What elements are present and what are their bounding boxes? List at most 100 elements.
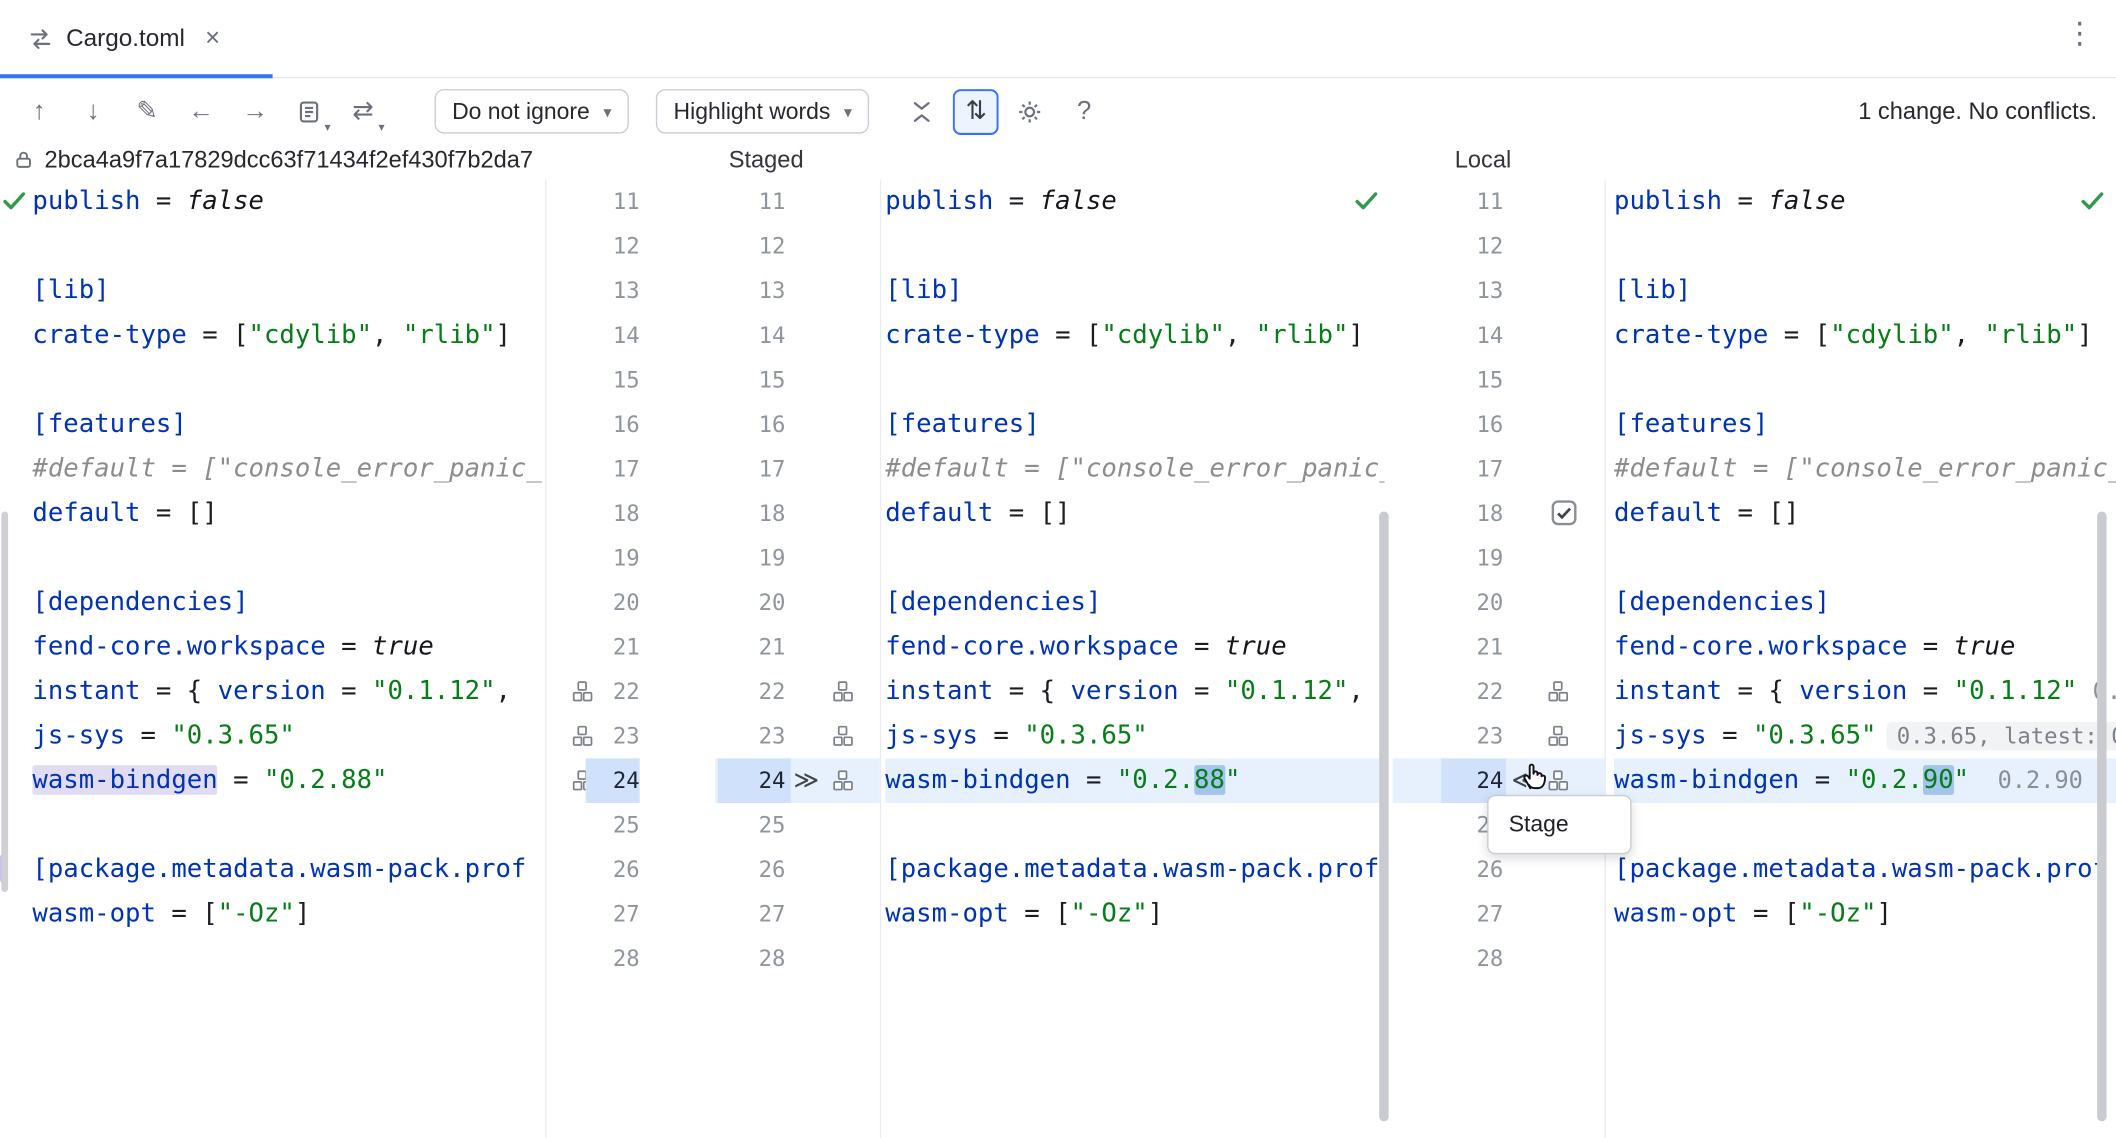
- line-number-staged: 26: [718, 847, 791, 892]
- code-line-local-24: wasm-bindgen = "0.2.90" 0.2.90: [1614, 758, 2116, 803]
- help-button[interactable]: ?: [1061, 88, 1107, 134]
- line-number-local: 20: [1441, 580, 1506, 625]
- staged-scrollbar[interactable]: [1379, 511, 1388, 1121]
- gutter2-row-15: 15: [1393, 358, 1605, 403]
- line-number-local: 16: [1441, 402, 1506, 447]
- code-line-left-21: fend-core.workspace = true: [32, 625, 550, 670]
- arrow-up-icon: ↑: [33, 96, 46, 126]
- gutter2-row-28: 28: [1393, 937, 1605, 982]
- code-line-staged-24: wasm-bindgen = "0.2.88": [885, 758, 1384, 803]
- changes-list-button[interactable]: ▾: [286, 88, 332, 134]
- code-line-left-27: wasm-opt = ["-Oz"]: [32, 892, 550, 937]
- more-options-icon[interactable]: ⋮: [2065, 16, 2095, 51]
- pane-left-code[interactable]: publish = false[lib]crate-type = ["cdyli…: [27, 179, 551, 981]
- line-number-local: 12: [1441, 224, 1506, 269]
- navigate-right-button[interactable]: →: [232, 88, 278, 134]
- code-line-local-13: [lib]: [1614, 269, 2116, 314]
- line-number-local: 15: [1441, 358, 1506, 403]
- diff-window: Cargo.toml × ⋮ ↑ ↓ ✎ ← → ▾ ⇄ ▾ Do not ig…: [0, 0, 2116, 1138]
- code-line-left-11: publish = false: [32, 179, 550, 224]
- code-line-staged-21: fend-core.workspace = true: [885, 625, 1384, 670]
- code-line-left-18: default = []: [32, 491, 550, 536]
- line-number-local: 19: [1441, 536, 1506, 581]
- crate-icon[interactable]: [831, 680, 854, 703]
- gutter1-row-24: 2424≫: [545, 758, 880, 803]
- code-line-staged-25: [885, 803, 1384, 848]
- navigate-left-button[interactable]: ←: [178, 88, 224, 134]
- code-line-staged-14: crate-type = ["cdylib", "rlib"]: [885, 313, 1384, 358]
- highlight-mode-dropdown[interactable]: Highlight words ▾: [656, 89, 870, 134]
- include-change-checkbox-icon[interactable]: [1551, 499, 1578, 526]
- gutter1-row-20: 2020: [545, 580, 880, 625]
- gutter1-row-23: 2323: [545, 714, 880, 759]
- tab-title: Cargo.toml: [66, 24, 185, 52]
- arrow-left-icon: ←: [188, 96, 214, 126]
- pane-local-code[interactable]: publish = false[lib]crate-type = ["cdyli…: [1614, 179, 2116, 981]
- code-line-left-17: #default = ["console_error_panic_: [32, 447, 550, 492]
- collapse-unchanged-button[interactable]: [899, 88, 945, 134]
- staged-column-label: Staged: [729, 146, 804, 174]
- line-number-staged: 24: [718, 758, 791, 803]
- gutter1-row-11: 1111: [545, 179, 880, 224]
- tab-cargo-toml[interactable]: Cargo.toml ×: [0, 0, 250, 77]
- next-change-button[interactable]: ↓: [70, 88, 116, 134]
- line-number-local: 13: [1441, 269, 1506, 314]
- gutter2-row-11: 11: [1393, 179, 1605, 224]
- line-number-left: 26: [586, 847, 640, 892]
- previous-change-button[interactable]: ↑: [16, 88, 62, 134]
- crate-icon[interactable]: [1547, 725, 1570, 748]
- ignore-policy-dropdown[interactable]: Do not ignore ▾: [435, 89, 629, 134]
- gutter2-row-17: 17: [1393, 447, 1605, 492]
- gutter1-row-12: 1212: [545, 224, 880, 269]
- swap-sides-button[interactable]: ⇄ ▾: [340, 88, 386, 134]
- gutter1-row-18: 1818: [545, 491, 880, 536]
- synchronize-scrolling-button[interactable]: ⇅: [953, 88, 999, 134]
- line-number-left: 18: [586, 491, 640, 536]
- gutter-left-staged: 1111121213131414151516161717181819192020…: [545, 179, 880, 981]
- lock-icon: [13, 150, 33, 170]
- code-line-local-15: [1614, 358, 2116, 403]
- resolved-check-icon: [2078, 186, 2106, 214]
- code-line-local-23: js-sys = "0.3.65"0.3.65, latest: 0.3.: [1614, 714, 2116, 759]
- line-number-local: 22: [1441, 669, 1506, 714]
- code-line-local-16: [features]: [1614, 402, 2116, 447]
- code-line-staged-16: [features]: [885, 402, 1384, 447]
- line-number-left: 14: [586, 313, 640, 358]
- tab-close-icon[interactable]: ×: [205, 24, 220, 54]
- gutter2-row-23: 23: [1393, 714, 1605, 759]
- line-number-local: 28: [1441, 937, 1506, 982]
- line-number-left: 24: [586, 758, 640, 803]
- line-number-local: 14: [1441, 313, 1506, 358]
- code-line-staged-27: wasm-opt = ["-Oz"]: [885, 892, 1384, 937]
- line-number-local: 23: [1441, 714, 1506, 759]
- crate-icon[interactable]: [1547, 680, 1570, 703]
- code-line-staged-17: #default = ["console_error_panic_: [885, 447, 1384, 492]
- code-line-local-12: [1614, 224, 2116, 269]
- gutter1-row-28: 2828: [545, 937, 880, 982]
- code-line-left-14: crate-type = ["cdylib", "rlib"]: [32, 313, 550, 358]
- settings-button[interactable]: [1007, 88, 1053, 134]
- gutter1-row-19: 1919: [545, 536, 880, 581]
- line-number-staged: 17: [718, 447, 791, 492]
- line-number-staged: 16: [718, 402, 791, 447]
- crate-icon[interactable]: [831, 725, 854, 748]
- edit-button[interactable]: ✎: [124, 88, 170, 134]
- crate-icon[interactable]: [831, 769, 854, 792]
- left-scrollbar[interactable]: [1, 511, 8, 892]
- gutter1-row-21: 2121: [545, 625, 880, 670]
- line-number-left: 23: [586, 714, 640, 759]
- code-line-staged-20: [dependencies]: [885, 580, 1384, 625]
- local-scrollbar[interactable]: [2097, 511, 2106, 1121]
- apply-to-local-icon[interactable]: ≫: [794, 758, 819, 803]
- gutter1-row-16: 1616: [545, 402, 880, 447]
- code-line-local-18: default = []: [1614, 491, 2116, 536]
- code-line-staged-19: [885, 536, 1384, 581]
- gutter1-row-27: 2727: [545, 892, 880, 937]
- diff-area: publish = false [lib] crate-type = ["cdyli…: [0, 179, 2116, 1138]
- line-number-left: 27: [586, 892, 640, 937]
- pane-staged-code[interactable]: publish = false[lib]crate-type = ["cdyli…: [880, 179, 1385, 981]
- revision-hash: 2bca4a9f7a17829dcc63f71434f2ef430f7b2da7: [45, 146, 534, 174]
- code-line-local-22: instant = { version = "0.1.12" 0.: [1614, 669, 2116, 714]
- diff-icon: [27, 25, 54, 52]
- diff-toolbar: ↑ ↓ ✎ ← → ▾ ⇄ ▾ Do not ignore ▾ Highligh…: [0, 78, 2116, 144]
